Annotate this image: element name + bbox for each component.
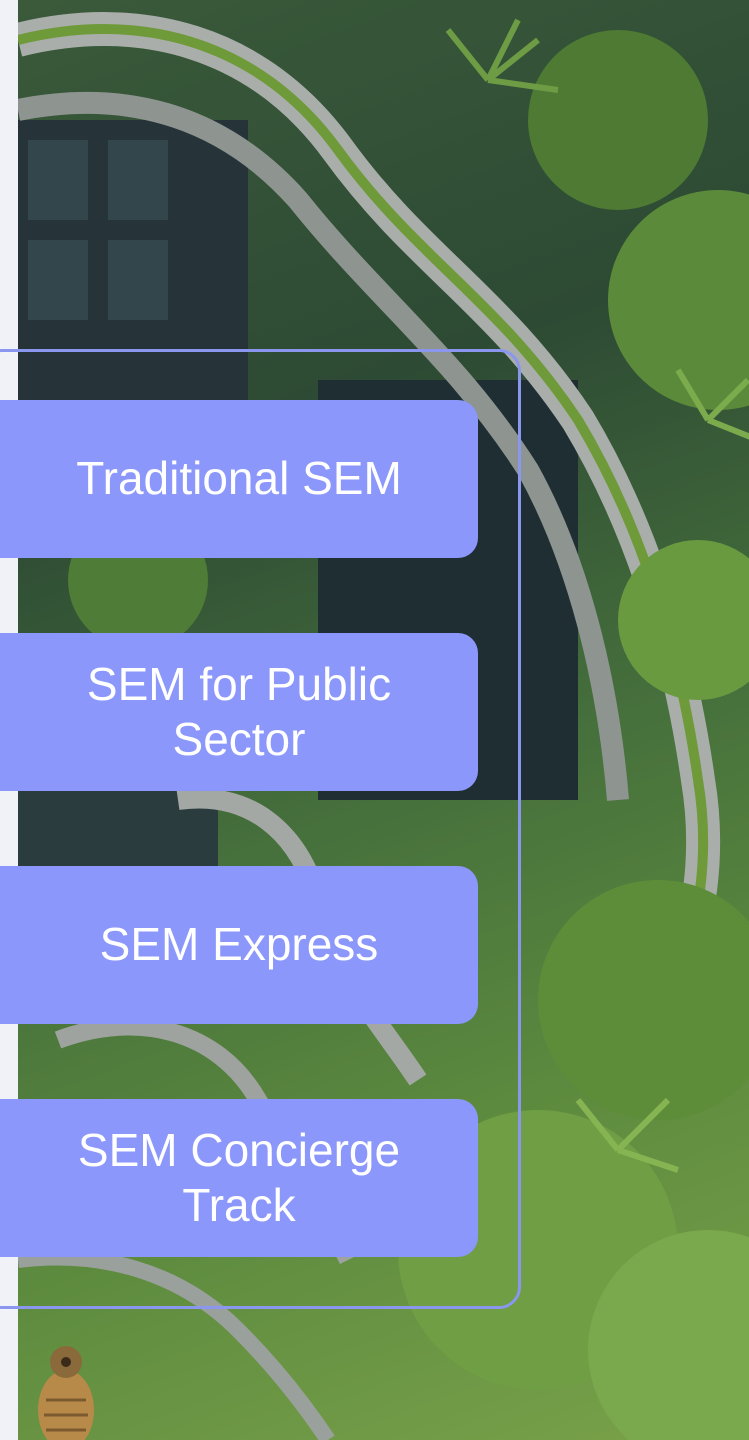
option-label: SEM for Public Sector xyxy=(86,657,392,765)
option-sem-express[interactable]: SEM Express xyxy=(0,866,478,1024)
option-sem-concierge-track[interactable]: SEM Concierge Track xyxy=(0,1099,478,1257)
page: Traditional SEM SEM for Public Sector SE… xyxy=(0,0,749,1440)
option-label: Traditional SEM xyxy=(76,452,402,505)
option-label: SEM Concierge Track xyxy=(77,1123,401,1231)
option-sem-public-sector[interactable]: SEM for Public Sector xyxy=(0,633,478,791)
ornament-icon xyxy=(38,1346,94,1440)
option-traditional-sem[interactable]: Traditional SEM xyxy=(0,400,478,558)
option-label: SEM Express xyxy=(99,918,379,971)
